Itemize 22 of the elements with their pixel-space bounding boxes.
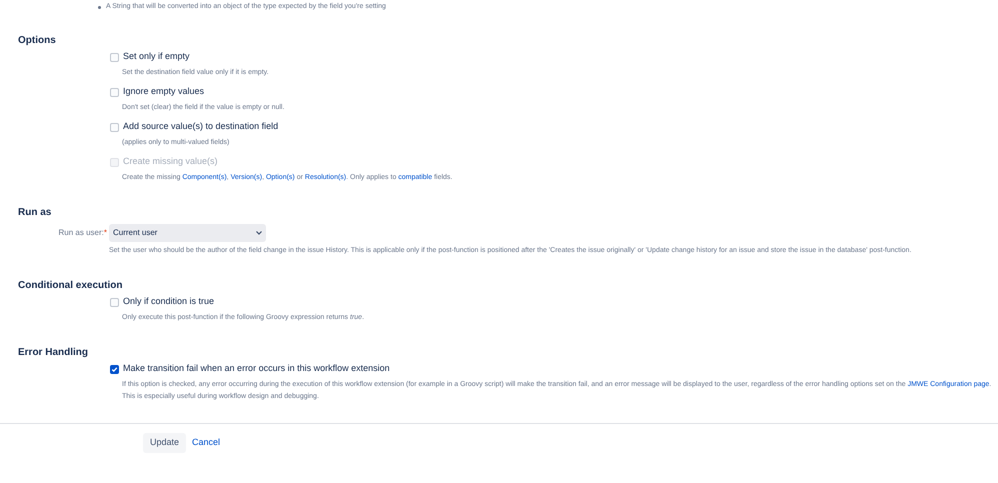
bullet-icon [98, 6, 101, 8]
checkbox-label: Only if condition is true [123, 295, 214, 308]
section-heading: Options [17, 34, 57, 48]
checkbox[interactable] [110, 364, 119, 374]
chevron-down-icon [256, 231, 262, 235]
checkbox-label: Set only if empty [123, 50, 190, 64]
checkbox[interactable] [110, 122, 119, 132]
checkbox-label: Ignore empty values [123, 85, 204, 98]
section-heading: Run as [17, 206, 52, 220]
user-dropdown[interactable]: Current user [109, 224, 266, 242]
checkbox-label: Create missing value(s) [123, 155, 218, 168]
update-button[interactable]: Update [143, 433, 186, 453]
checkbox-label: Add source value(s) to destination field [123, 120, 278, 134]
section-heading: Error Handling [17, 346, 90, 360]
section-heading: Conditional execution [17, 279, 124, 293]
checkbox[interactable] [110, 88, 119, 96]
checkbox-label: Make transition fail when an error occurs in this workflow extension [123, 362, 390, 376]
checkbox[interactable] [110, 298, 119, 306]
cancel-link[interactable]: Cancel [192, 436, 220, 450]
field-label: Run as user: [58, 227, 104, 239]
checkbox[interactable] [110, 52, 119, 62]
required-icon: * [104, 227, 107, 239]
